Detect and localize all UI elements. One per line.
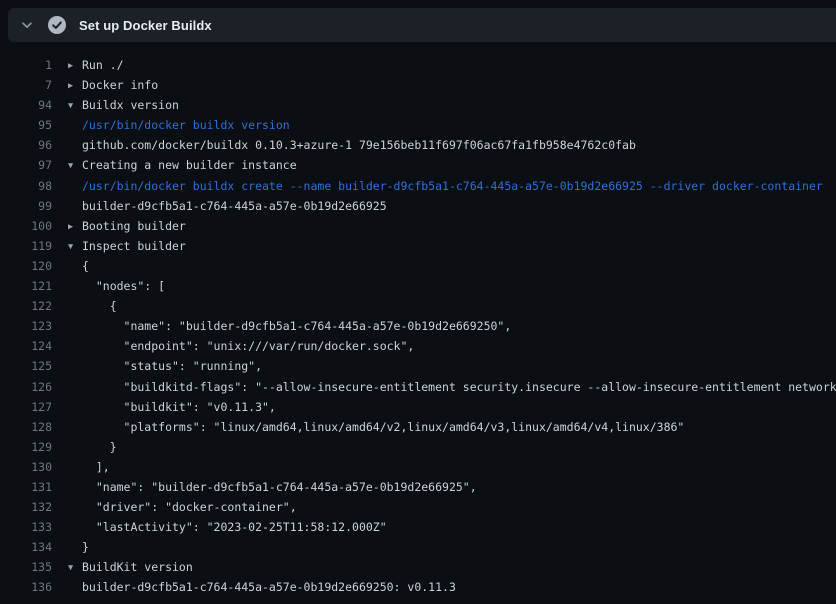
log-group-row[interactable]: 94 ▼ Buildx version	[0, 95, 836, 115]
log-text: "name": "builder-d9cfb5a1-c764-445a-a57e…	[82, 319, 511, 333]
log-line: 130 ],	[0, 457, 836, 477]
line-number[interactable]: 125	[0, 356, 52, 376]
group-title: Inspect builder	[82, 239, 186, 253]
line-number[interactable]: 96	[0, 135, 52, 155]
line-number[interactable]: 128	[0, 417, 52, 437]
log-line: 136 builder-d9cfb5a1-c764-445a-a57e-0b19d…	[0, 577, 836, 597]
log-line: 131 "name": "builder-d9cfb5a1-c764-445a-…	[0, 477, 836, 497]
log-line: 96 github.com/docker/buildx 0.10.3+azure-…	[0, 135, 836, 155]
line-number[interactable]: 134	[0, 537, 52, 557]
line-number[interactable]: 129	[0, 437, 52, 457]
line-number[interactable]: 100	[0, 216, 52, 236]
log-text: {	[82, 299, 117, 313]
log-group-row[interactable]: 97 ▼ Creating a new builder instance	[0, 155, 836, 175]
chevron-down-icon[interactable]	[19, 17, 35, 33]
log-text: "lastActivity": "2023-02-25T11:58:12.000…	[82, 520, 387, 534]
log-group-row[interactable]: 7 ▶ Docker info	[0, 75, 836, 95]
log-line: 123 "name": "builder-d9cfb5a1-c764-445a-…	[0, 316, 836, 336]
log-text: {	[82, 259, 89, 273]
line-number[interactable]: 124	[0, 336, 52, 356]
line-number[interactable]: 126	[0, 377, 52, 397]
group-title: BuildKit version	[82, 560, 193, 574]
line-number[interactable]: 97	[0, 155, 52, 175]
log-text: }	[82, 440, 117, 454]
log-group-row[interactable]: 119 ▼ Inspect builder	[0, 236, 836, 256]
line-number[interactable]: 121	[0, 276, 52, 296]
triangle-collapsed-icon[interactable]: ▶	[68, 56, 78, 75]
line-number[interactable]: 130	[0, 457, 52, 477]
log-line: 129 }	[0, 437, 836, 457]
log-text: /usr/bin/docker buildx create --name bui…	[82, 179, 823, 193]
triangle-expanded-icon[interactable]: ▼	[68, 156, 78, 175]
line-number[interactable]: 133	[0, 517, 52, 537]
step-title: Set up Docker Buildx	[79, 18, 212, 33]
log-line: 121 "nodes": [	[0, 276, 836, 296]
log-line: 122 {	[0, 296, 836, 316]
group-title: Buildx version	[82, 98, 179, 112]
log-group-row[interactable]: 1 ▶ Run ./	[0, 55, 836, 75]
log-line: 125 "status": "running",	[0, 356, 836, 376]
log-line: 120 {	[0, 256, 836, 276]
log-output: 1 ▶ Run ./ 7 ▶ Docker info 94 ▼ Buildx version 95…	[0, 42, 836, 604]
log-text: ],	[82, 460, 110, 474]
triangle-collapsed-icon[interactable]: ▶	[68, 76, 78, 95]
line-number[interactable]: 136	[0, 577, 52, 597]
group-title: Booting builder	[82, 219, 186, 233]
line-number[interactable]: 123	[0, 316, 52, 336]
log-text: "buildkitd-flags": "--allow-insecure-ent…	[82, 380, 836, 394]
log-text: github.com/docker/buildx 0.10.3+azure-1 …	[82, 138, 636, 152]
triangle-collapsed-icon[interactable]: ▶	[68, 217, 78, 236]
log-text: "driver": "docker-container",	[82, 500, 297, 514]
line-number[interactable]: 94	[0, 95, 52, 115]
check-circle-icon	[48, 16, 66, 34]
log-line: 127 "buildkit": "v0.11.3",	[0, 397, 836, 417]
triangle-expanded-icon[interactable]: ▼	[68, 558, 78, 577]
log-text: /usr/bin/docker buildx version	[82, 118, 290, 132]
log-text: "nodes": [	[82, 279, 165, 293]
line-number[interactable]: 95	[0, 115, 52, 135]
log-text: "platforms": "linux/amd64,linux/amd64/v2…	[82, 420, 684, 434]
line-number[interactable]: 7	[0, 75, 52, 95]
line-number[interactable]: 1	[0, 55, 52, 75]
line-number[interactable]: 127	[0, 397, 52, 417]
line-number[interactable]: 122	[0, 296, 52, 316]
log-text: "buildkit": "v0.11.3",	[82, 400, 276, 414]
log-text: builder-d9cfb5a1-c764-445a-a57e-0b19d2e6…	[82, 199, 387, 213]
log-line: 124 "endpoint": "unix:///var/run/docker.…	[0, 336, 836, 356]
line-number[interactable]: 132	[0, 497, 52, 517]
line-number[interactable]: 135	[0, 557, 52, 577]
log-text: }	[82, 540, 89, 554]
log-line: 132 "driver": "docker-container",	[0, 497, 836, 517]
line-number[interactable]: 131	[0, 477, 52, 497]
log-line: 126 "buildkitd-flags": "--allow-insecure…	[0, 377, 836, 397]
line-number[interactable]: 98	[0, 176, 52, 196]
log-line: 99 builder-d9cfb5a1-c764-445a-a57e-0b19d2…	[0, 196, 836, 216]
log-group-row[interactable]: 100 ▶ Booting builder	[0, 216, 836, 236]
log-line: 128 "platforms": "linux/amd64,linux/amd6…	[0, 417, 836, 437]
triangle-expanded-icon[interactable]: ▼	[68, 237, 78, 256]
line-number[interactable]: 119	[0, 236, 52, 256]
group-title: Creating a new builder instance	[82, 158, 297, 172]
step-header[interactable]: Set up Docker Buildx	[8, 8, 836, 42]
line-number[interactable]: 99	[0, 196, 52, 216]
log-line: 98/usr/bin/docker buildx create --name b…	[0, 176, 836, 196]
log-line: 133 "lastActivity": "2023-02-25T11:58:12…	[0, 517, 836, 537]
group-title: Docker info	[82, 78, 158, 92]
line-number[interactable]: 120	[0, 256, 52, 276]
group-title: Run ./	[82, 58, 124, 72]
log-group-row[interactable]: 135 ▼ BuildKit version	[0, 557, 836, 577]
log-line: 134}	[0, 537, 836, 557]
log-line: 95/usr/bin/docker buildx version	[0, 115, 836, 135]
log-text: builder-d9cfb5a1-c764-445a-a57e-0b19d2e6…	[82, 580, 456, 594]
log-text: "name": "builder-d9cfb5a1-c764-445a-a57e…	[82, 480, 477, 494]
log-text: "status": "running",	[82, 359, 262, 373]
triangle-expanded-icon[interactable]: ▼	[68, 96, 78, 115]
log-text: "endpoint": "unix:///var/run/docker.sock…	[82, 339, 414, 353]
